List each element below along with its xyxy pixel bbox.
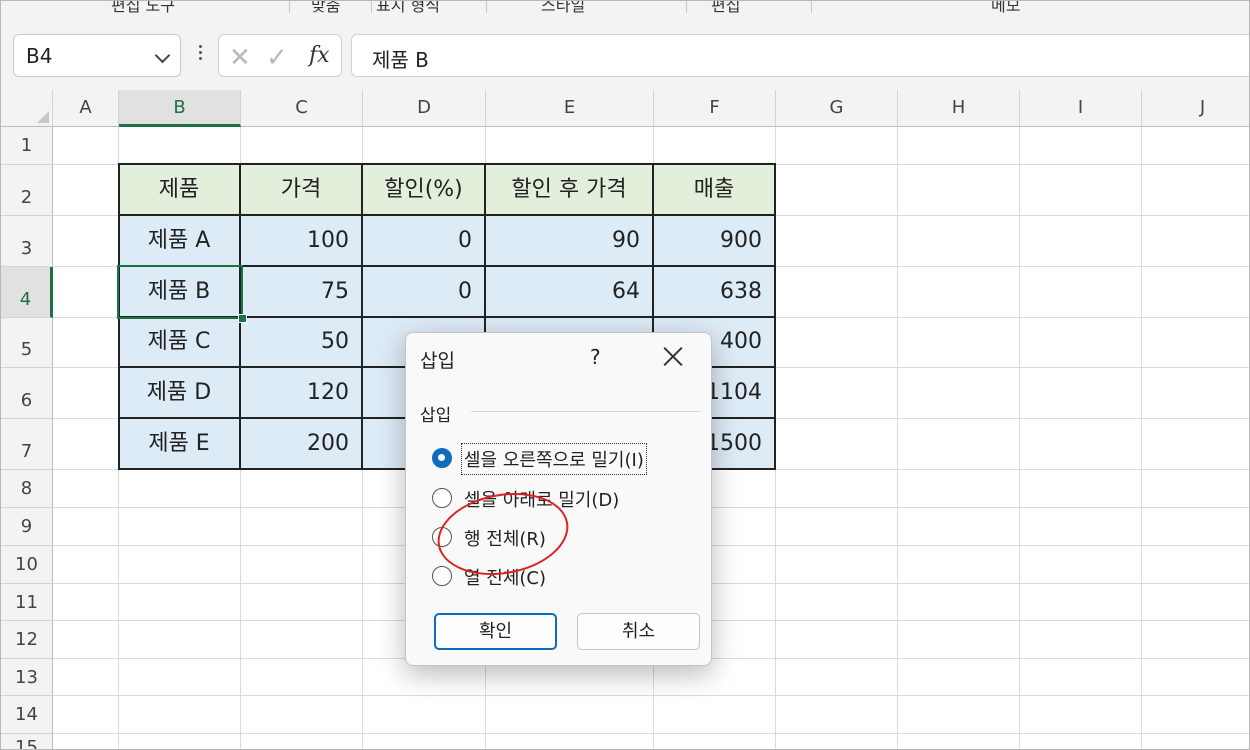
table-cell[interactable]: 900 [654, 216, 776, 267]
cancel-button[interactable]: 취소 [577, 613, 700, 650]
row-header-15[interactable]: 15 [1, 734, 53, 749]
table-header-cell[interactable]: 할인 후 가격 [486, 165, 654, 216]
row-header-14[interactable]: 14 [1, 696, 53, 734]
close-icon[interactable]: ✕ [229, 43, 251, 73]
radio-shift-down[interactable] [432, 488, 452, 508]
table-header-cell[interactable]: 매출 [654, 165, 776, 216]
table-cell[interactable]: 120 [241, 368, 363, 419]
formula-buttons: ✕ ✓ fx [218, 34, 342, 77]
formula-input[interactable]: 제품 B [351, 34, 1249, 77]
row-header-10[interactable]: 10 [1, 546, 53, 584]
column-header-i[interactable]: I [1020, 90, 1142, 127]
column-header-h[interactable]: H [898, 90, 1020, 127]
table-header-cell[interactable]: 제품 [119, 165, 241, 216]
row-header-5[interactable]: 5 [1, 318, 53, 368]
radio-entire-column[interactable] [432, 566, 452, 586]
row-header-13[interactable]: 13 [1, 659, 53, 696]
table-cell[interactable]: 638 [654, 267, 776, 318]
excel-window: 편집 도구 맞춤 표시 형식 스타일 편집 메모 B4 ✕ ✓ fx 제품 B … [0, 0, 1250, 750]
table-header-cell[interactable]: 가격 [241, 165, 363, 216]
column-header-b[interactable]: B [119, 90, 241, 127]
group-divider [471, 411, 701, 412]
table-cell[interactable]: 90 [486, 216, 654, 267]
table-cell[interactable]: 200 [241, 419, 363, 470]
group-label: 삽입 [420, 406, 452, 426]
column-header-a[interactable]: A [53, 90, 119, 127]
name-box-value: B4 [26, 44, 53, 68]
active-cell-border [117, 265, 243, 319]
row-header-7[interactable]: 7 [1, 419, 53, 470]
ok-button[interactable]: 확인 [434, 613, 557, 650]
table-cell[interactable]: 0 [363, 267, 486, 318]
formula-value: 제품 B [372, 48, 429, 72]
formula-bar-row: B4 ✕ ✓ fx 제품 B [1, 13, 1249, 90]
table-cell[interactable]: 0 [363, 216, 486, 267]
chevron-down-icon[interactable] [154, 47, 171, 64]
row-header-8[interactable]: 8 [1, 470, 53, 508]
insert-function-button[interactable]: fx [309, 43, 330, 68]
row-header-12[interactable]: 12 [1, 621, 53, 659]
insert-dialog: 삽입 ? 삽입 셀을 오른쪽으로 밀기(I) 셀을 아래로 밀기(D) 행 전체… [405, 332, 712, 666]
radio-shift-right[interactable] [432, 448, 452, 468]
column-header-g[interactable]: G [776, 90, 898, 127]
option-label: 셀을 오른쪽으로 밀기(I) [461, 443, 647, 475]
row-header-11[interactable]: 11 [1, 584, 53, 621]
column-header-j[interactable]: J [1142, 90, 1249, 127]
close-icon[interactable] [662, 345, 684, 367]
table-cell[interactable]: 100 [241, 216, 363, 267]
table-cell[interactable]: 제품 C [119, 318, 241, 368]
table-cell[interactable]: 제품 E [119, 419, 241, 470]
column-header-d[interactable]: D [363, 90, 486, 127]
table-cell[interactable]: 64 [486, 267, 654, 318]
table-cell[interactable]: 75 [241, 267, 363, 318]
help-button[interactable]: ? [590, 345, 601, 369]
table-cell[interactable]: 제품 A [119, 216, 241, 267]
row-header-9[interactable]: 9 [1, 508, 53, 546]
column-header-f[interactable]: F [654, 90, 776, 127]
table-header-cell[interactable]: 할인(%) [363, 165, 486, 216]
row-header-3[interactable]: 3 [1, 216, 53, 267]
column-header-e[interactable]: E [486, 90, 654, 127]
name-box[interactable]: B4 [13, 34, 181, 77]
dialog-title: 삽입 [420, 350, 455, 372]
row-header-4[interactable]: 4 [1, 267, 53, 318]
select-all-button[interactable] [1, 90, 53, 127]
row-header-1[interactable]: 1 [1, 127, 53, 165]
row-header-6[interactable]: 6 [1, 368, 53, 419]
table-cell[interactable]: 제품 D [119, 368, 241, 419]
check-icon[interactable]: ✓ [266, 43, 288, 73]
more-options-icon[interactable] [199, 45, 203, 63]
row-header-2[interactable]: 2 [1, 165, 53, 216]
fill-handle[interactable] [238, 314, 247, 323]
table-cell[interactable]: 50 [241, 318, 363, 368]
column-header-c[interactable]: C [241, 90, 363, 127]
